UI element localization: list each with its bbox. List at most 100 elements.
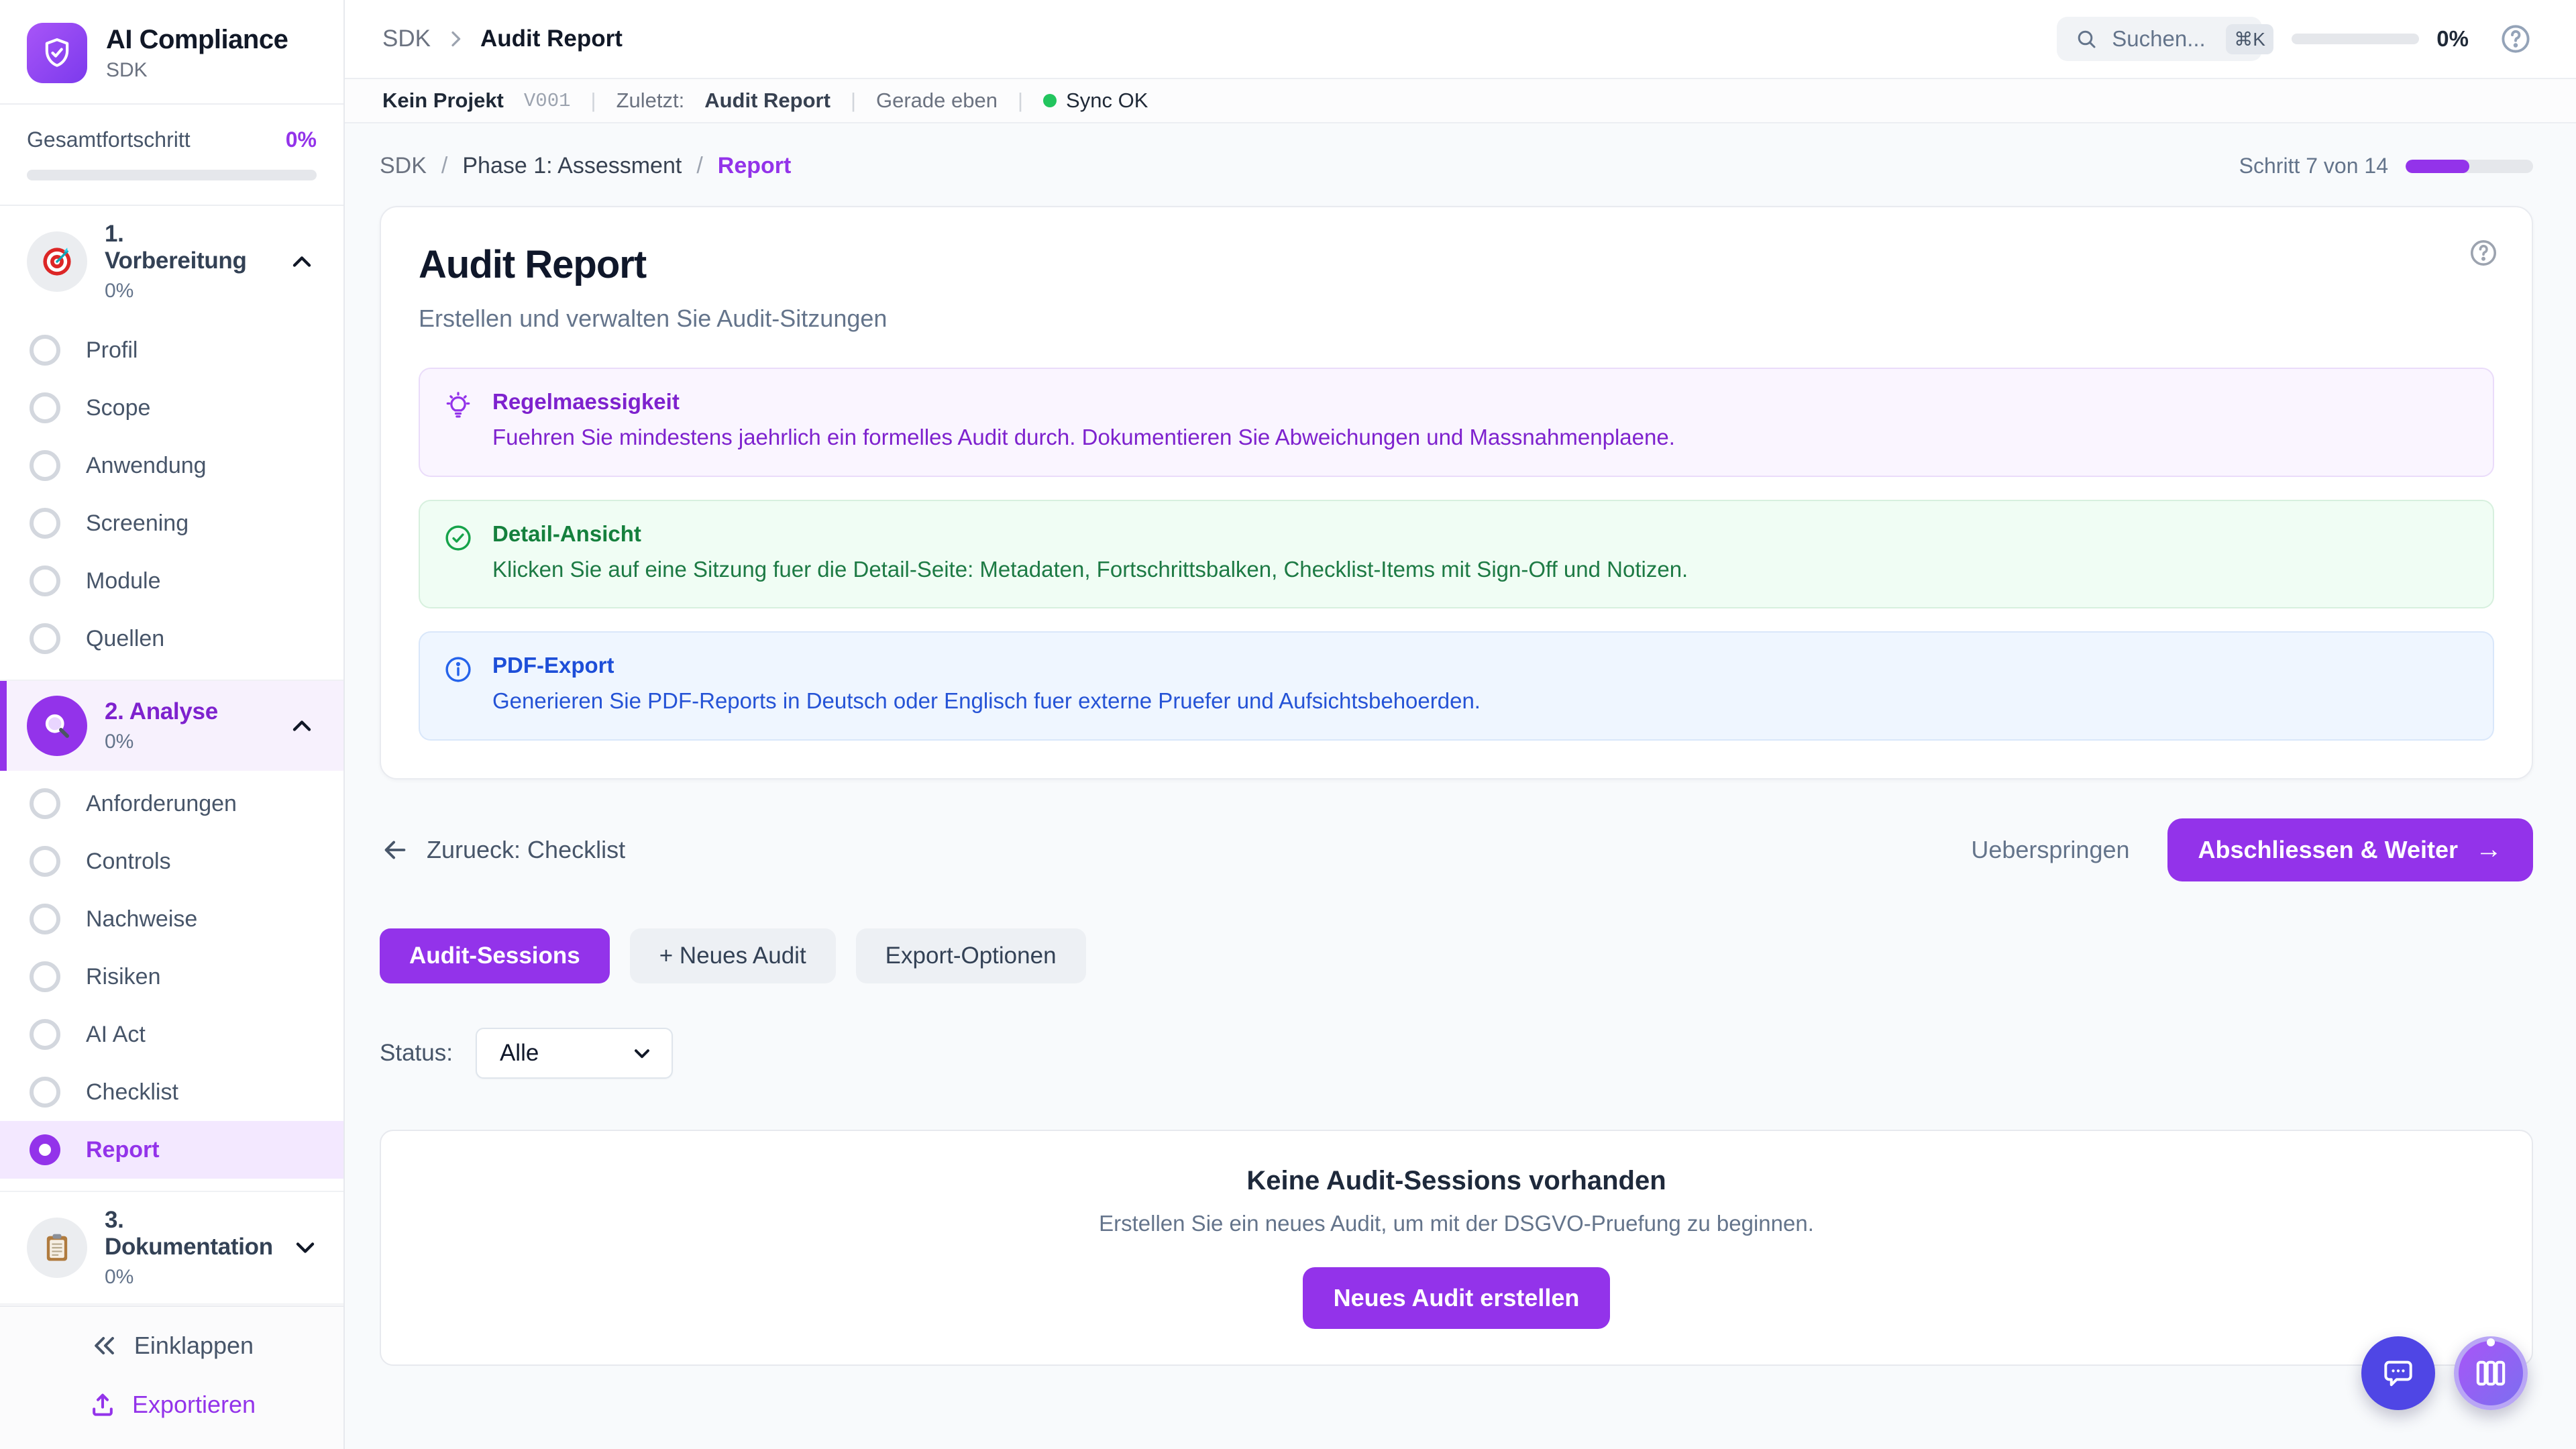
tab-export-optionen[interactable]: Export-Optionen xyxy=(856,928,1086,983)
sidebar-section-dokumentation[interactable]: 3. Dokumentation 0% xyxy=(0,1192,343,1303)
sidebar-item-checklist[interactable]: Checklist xyxy=(0,1063,343,1121)
help-icon[interactable] xyxy=(2467,237,2500,269)
sidebar-item-report[interactable]: Report xyxy=(0,1121,343,1179)
sidebar-nav: 1. Vorbereitung 0% Profil Scope Anwendun… xyxy=(0,206,343,1305)
page-title: Audit Report xyxy=(419,242,2494,287)
crumb-phase[interactable]: Phase 1: Assessment xyxy=(462,153,682,179)
columns-icon xyxy=(2472,1354,2510,1392)
search-shortcut-badge: ⌘K xyxy=(2226,24,2273,54)
check-circle-icon xyxy=(443,523,474,553)
crumb-sdk[interactable]: SDK xyxy=(380,153,427,179)
sidebar-item-quellen[interactable]: Quellen xyxy=(0,610,343,667)
radio-active-icon xyxy=(30,1134,60,1165)
double-chevron-left-icon xyxy=(90,1331,119,1360)
overall-progress-bar xyxy=(27,170,317,180)
radio-circle-icon xyxy=(30,623,60,654)
chat-bubble-icon xyxy=(2379,1354,2417,1392)
brand: AI Compliance SDK xyxy=(0,0,343,105)
radio-circle-icon xyxy=(30,788,60,819)
radio-circle-icon xyxy=(30,566,60,596)
info-box-text: Klicken Sie auf eine Sitzung fuer die De… xyxy=(492,555,1688,585)
page-subtitle: Erstellen und verwalten Sie Audit-Sitzun… xyxy=(419,305,2494,333)
search-box[interactable]: ⌘K xyxy=(2057,17,2262,61)
sidebar-item-module[interactable]: Module xyxy=(0,552,343,610)
topbar: SDK Audit Report ⌘K 0% xyxy=(345,0,2576,79)
sidebar-item-scope[interactable]: Scope xyxy=(0,379,343,437)
updated-time: Gerade eben xyxy=(876,89,998,113)
info-box-regelmaessigkeit: Regelmaessigkeit Fuehren Sie mindestens … xyxy=(419,368,2494,477)
complete-continue-button[interactable]: Abschliessen & Weiter → xyxy=(2167,818,2533,881)
sidebar-footer: Einklappen Exportieren xyxy=(0,1305,343,1449)
info-box-text: Generieren Sie PDF-Reports in Deutsch od… xyxy=(492,686,1481,716)
board-columns-button[interactable] xyxy=(2454,1336,2528,1410)
sidebar-item-nachweise[interactable]: Nachweise xyxy=(0,890,343,948)
back-button[interactable]: Zurueck: Checklist xyxy=(380,835,625,865)
version-badge: V001 xyxy=(524,90,571,112)
sidebar-item-anwendung[interactable]: Anwendung xyxy=(0,437,343,494)
sidebar-item-controls[interactable]: Controls xyxy=(0,833,343,890)
overall-progress-value: 0% xyxy=(286,127,317,152)
clipboard-icon xyxy=(27,1218,87,1278)
overall-progress: Gesamtfortschritt 0% xyxy=(0,105,343,206)
section-percent: 0% xyxy=(105,731,270,753)
tab-bar: Audit-Sessions + Neues Audit Export-Opti… xyxy=(380,928,2533,983)
app-title: AI Compliance xyxy=(106,25,288,55)
step-progress: Schritt 7 von 14 xyxy=(2239,154,2533,178)
sidebar-section-analyse[interactable]: 2. Analyse 0% xyxy=(0,681,343,771)
arrow-right-icon: → xyxy=(2475,835,2502,865)
section-items: Profil Scope Anwendung Screening Module … xyxy=(0,317,343,680)
upload-icon xyxy=(88,1390,117,1419)
sidebar-item-profil[interactable]: Profil xyxy=(0,321,343,379)
sidebar-section-vorbereitung[interactable]: 1. Vorbereitung 0% xyxy=(0,206,343,317)
section-label: 3. Dokumentation xyxy=(105,1207,273,1260)
app-subtitle: SDK xyxy=(106,59,288,82)
chevron-down-icon xyxy=(630,1041,654,1065)
back-label: Zurueck: Checklist xyxy=(427,836,625,864)
skip-button[interactable]: Ueberspringen xyxy=(1971,836,2129,864)
collapse-sidebar-button[interactable]: Einklappen xyxy=(90,1331,254,1360)
sidebar-item-screening[interactable]: Screening xyxy=(0,494,343,552)
radio-circle-icon xyxy=(30,335,60,366)
info-circle-icon xyxy=(443,654,474,685)
section-label: 2. Analyse xyxy=(105,698,270,725)
info-box-title: Regelmaessigkeit xyxy=(492,389,1675,415)
search-input[interactable] xyxy=(2112,26,2212,52)
crumb-report: Report xyxy=(718,153,792,179)
section-percent: 0% xyxy=(105,280,270,303)
radio-circle-icon xyxy=(30,904,60,934)
breadcrumb-current: Audit Report xyxy=(480,25,623,52)
page-content: SDK / Phase 1: Assessment / Report Schri… xyxy=(345,123,2576,1449)
sync-dot-icon xyxy=(1043,94,1057,107)
info-boxes: Regelmaessigkeit Fuehren Sie mindestens … xyxy=(419,368,2494,741)
sidebar-item-anforderungen[interactable]: Anforderungen xyxy=(0,775,343,833)
chat-button[interactable] xyxy=(2361,1336,2435,1410)
app-root: AI Compliance SDK Gesamtfortschritt 0% xyxy=(0,0,2576,1449)
breadcrumb-root[interactable]: SDK xyxy=(382,25,431,52)
status-filter-label: Status: xyxy=(380,1040,453,1067)
create-audit-button[interactable]: Neues Audit erstellen xyxy=(1303,1267,1611,1329)
status-filter-select[interactable]: Alle xyxy=(476,1028,673,1079)
tab-neues-audit[interactable]: + Neues Audit xyxy=(630,928,836,983)
project-name: Kein Projekt xyxy=(382,89,504,113)
sidebar-item-risiken[interactable]: Risiken xyxy=(0,948,343,1006)
sidebar-item-ai-act[interactable]: AI Act xyxy=(0,1006,343,1063)
section-percent: 0% xyxy=(105,1266,273,1289)
step-progress-bar xyxy=(2406,160,2533,173)
status-filter-value: Alle xyxy=(500,1040,539,1067)
radio-circle-icon xyxy=(30,392,60,423)
tab-audit-sessions[interactable]: Audit-Sessions xyxy=(380,928,610,983)
overall-progress-label: Gesamtfortschritt xyxy=(27,127,191,152)
empty-state-title: Keine Audit-Sessions vorhanden xyxy=(1246,1166,1666,1196)
sync-status: Sync OK xyxy=(1043,89,1148,113)
header-progress: 0% xyxy=(2292,26,2469,52)
status-bar: Kein Projekt V001 | Zuletzt: Audit Repor… xyxy=(345,79,2576,123)
chevron-down-icon xyxy=(290,1233,320,1263)
help-icon[interactable] xyxy=(2498,21,2533,56)
status-filter-row: Status: Alle xyxy=(380,1028,2533,1079)
sync-label: Sync OK xyxy=(1066,89,1148,113)
shield-check-icon xyxy=(27,23,87,83)
floating-buttons xyxy=(2361,1336,2528,1410)
empty-state-text: Erstellen Sie ein neues Audit, um mit de… xyxy=(1099,1211,1814,1236)
info-box-pdf-export: PDF-Export Generieren Sie PDF-Reports in… xyxy=(419,631,2494,741)
export-button[interactable]: Exportieren xyxy=(88,1390,256,1419)
